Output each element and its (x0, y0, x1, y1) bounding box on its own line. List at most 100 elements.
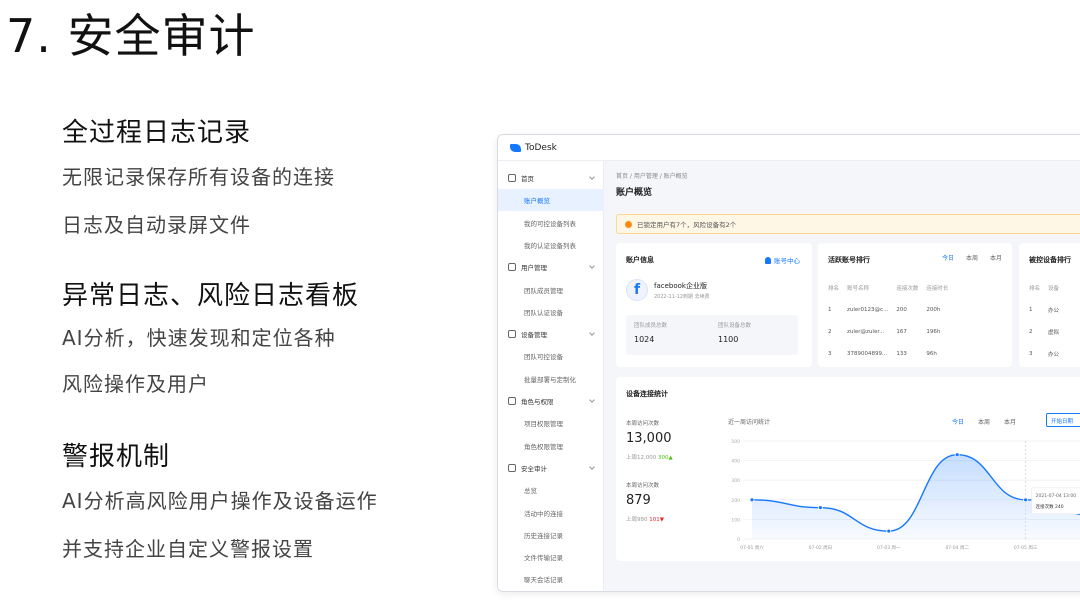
sidebar-item[interactable]: 设备管理 (498, 323, 604, 345)
table-row[interactable]: 3 办公 (1029, 343, 1067, 365)
feature-desc-line: 并支持企业自定义警报设置 (62, 537, 314, 561)
cell: 96h (926, 351, 937, 357)
role-icon (508, 397, 516, 405)
sidebar-item-label: 团队可控设备 (524, 353, 563, 362)
sidebar-item-label: 首页 (521, 175, 534, 183)
table-row[interactable]: 1 zuler0123@c... 200 200h (828, 299, 956, 321)
kpi-value: 879 (626, 493, 651, 508)
feature-heading: 警报机制 (62, 442, 171, 472)
x-tick-label: 07-02 周日 (809, 545, 833, 551)
x-tick-label: 07-03 周一 (877, 545, 901, 551)
chart-title: 近一周访问统计 (728, 419, 771, 426)
monitor-icon (508, 330, 516, 339)
breadcrumb[interactable]: 首页 / 用户管理 / 账户概览 (616, 171, 688, 180)
app-logo[interactable]: ToDesk (510, 143, 557, 153)
kpi-delta-up: 300▲ (658, 455, 673, 461)
sidebar-item[interactable]: 团队认证设备 (498, 301, 604, 323)
sidebar-item[interactable]: 团队成员管理 (498, 279, 604, 301)
feature-desc-line: 日志及自动录屏文件 (62, 213, 251, 237)
tab-month[interactable]: 本月 (990, 253, 1002, 262)
sidebar-item[interactable]: 总览 (498, 479, 604, 501)
table-row[interactable]: 2 zuler@zuler... 167 196h (828, 321, 956, 343)
sidebar-item[interactable]: 我的可控设备列表 (498, 212, 604, 234)
sidebar-item[interactable]: 角色权限管理 (498, 435, 604, 457)
data-point (886, 528, 892, 534)
company-expiry[interactable]: 2022-11-12到期 去续费 (654, 293, 710, 300)
start-date-picker[interactable]: 开始日期 (1046, 413, 1080, 427)
chart-tabs: 今日 本周 本月 (952, 417, 1016, 426)
sidebar-item[interactable]: 活动中的连接 (498, 502, 604, 524)
kpi-label: 本周访问次数 (626, 421, 660, 427)
user-icon (765, 256, 771, 264)
kpi-compare: 上周980 101▼ (626, 515, 664, 523)
sidebar-item-label: 团队成员管理 (524, 286, 563, 295)
cell: 3 (828, 351, 832, 357)
weekly-visits-chart: 500 400 300 200 100 007-01 周六 07-02 周日 07-03 周一… (731, 439, 1080, 551)
sidebar-item-label: 文件传输记录 (524, 554, 563, 563)
sidebar-item-label: 账户概览 (524, 197, 550, 206)
ranking-tabs: 今日 本周 本月 (942, 253, 1002, 262)
kpi-compare: 上周12,000 300▲ (626, 453, 673, 461)
column-header: 连接次数 (896, 286, 919, 292)
alert-text: 已锁定用户有7个，风险设备有2个 (637, 221, 737, 229)
table-row[interactable]: 1 办公 (1029, 299, 1067, 321)
chevron-down-icon (589, 397, 595, 403)
tab-month[interactable]: 本月 (1004, 417, 1016, 426)
sidebar-item[interactable]: 安全审计 (498, 457, 604, 479)
account-center-link[interactable]: 账号中心 (765, 255, 800, 265)
x-tick-label: 07-05 周三 (1014, 545, 1038, 551)
cell: 167 (896, 329, 907, 335)
sidebar: 首页账户概览我的可控设备列表 我的认证设备列表 用户管理团队成员管理 团队认证设备设备… (498, 161, 604, 591)
sidebar-item[interactable]: 聊天会话记录 (498, 568, 604, 590)
data-point (954, 452, 960, 458)
sidebar-item[interactable]: 文件传输记录 (498, 546, 604, 568)
kpi-compare-text: 上周12,000 (626, 455, 657, 461)
member-count-stat: 团队成员总数 1024 (634, 321, 667, 344)
chevron-down-icon (589, 464, 595, 470)
cell: 2 (828, 329, 832, 335)
cell: 200h (926, 307, 941, 313)
sidebar-item[interactable]: 我的认证设备列表 (498, 234, 604, 256)
y-tick-label: 0 (737, 537, 740, 543)
sidebar-item[interactable]: 角色与权限 (498, 390, 604, 412)
tab-week[interactable]: 本周 (966, 253, 978, 262)
sidebar-item[interactable]: 用户管理 (498, 256, 604, 278)
sidebar-item[interactable]: 历史连接记录 (498, 524, 604, 546)
user-icon (508, 263, 516, 272)
column-header: 设备 (1048, 286, 1060, 292)
feature-desc-line: AI分析，快速发现和定位各种 (62, 326, 336, 350)
chevron-down-icon (589, 330, 595, 336)
column-header: 排名 (1029, 286, 1041, 292)
stat-label: 团队成员总数 (634, 323, 668, 329)
table-row[interactable]: 2 虚拟 (1029, 321, 1067, 343)
cell: 2 (1029, 329, 1033, 335)
tab-week[interactable]: 本周 (978, 417, 990, 426)
x-tick-label: 07-04 周二 (945, 545, 969, 551)
account-center-label: 账号中心 (774, 257, 800, 265)
table-row[interactable]: 3 3789004899... 133 96h (828, 343, 956, 365)
tooltip-value: 连接次数 240 (1036, 503, 1064, 510)
sidebar-item[interactable]: 项目权限管理 (498, 412, 604, 434)
sidebar-item[interactable]: 批量部署与定制化 (498, 368, 604, 390)
connection-stats-card: 设备连接统计 本周访问次数 13,000 上周12,000 300▲ 本周访问次… (616, 377, 1080, 561)
sidebar-item-label: 聊天会话记录 (524, 576, 563, 585)
tab-today[interactable]: 今日 (952, 417, 964, 426)
column-header: 连接时长 (926, 286, 949, 292)
cell: 196h (926, 329, 941, 335)
tab-today[interactable]: 今日 (942, 253, 954, 262)
stat-label: 团队设备总数 (718, 323, 752, 329)
stat-value: 1100 (718, 335, 739, 344)
cell: 1 (1029, 307, 1033, 313)
area-fill (752, 454, 1080, 539)
y-tick-label: 200 (731, 498, 740, 504)
slide-title: 7. 安全审计 (6, 9, 256, 63)
cell: zuler0123@c... (847, 307, 889, 313)
sidebar-item-label: 团队认证设备 (524, 308, 563, 317)
sidebar-item[interactable]: 首页 (498, 167, 604, 189)
sidebar-item[interactable]: 账户概览 (498, 189, 604, 212)
risk-alert-banner[interactable]: 已锁定用户有7个，风险设备有2个 (616, 214, 1080, 234)
app-topbar: ToDesk (498, 135, 1080, 161)
feature-heading: 全过程日志记录 (62, 118, 252, 148)
sidebar-item-label: 项目权限管理 (524, 420, 563, 429)
sidebar-item[interactable]: 团队可控设备 (498, 345, 604, 367)
